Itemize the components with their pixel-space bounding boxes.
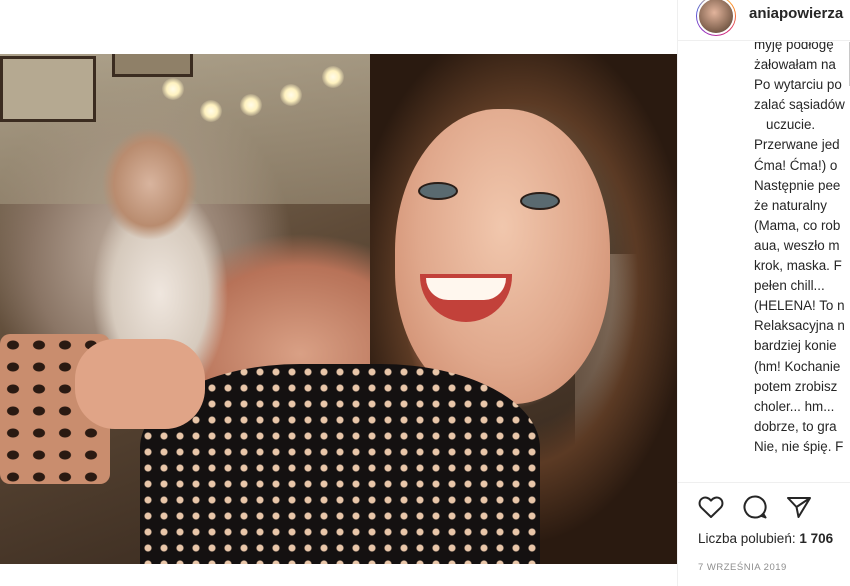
post-header: aniapowierza (678, 0, 850, 41)
photo-eye (520, 192, 560, 210)
comment-icon[interactable] (742, 494, 768, 520)
caption-line: Po wytarciu po (754, 77, 842, 93)
caption-line: uczucie. (766, 117, 816, 133)
likes-count[interactable]: Liczba polubień: 1 706 (698, 531, 833, 546)
share-icon[interactable] (786, 495, 812, 519)
photo-face (395, 109, 610, 404)
photo-string-light (322, 66, 344, 88)
caption-line: dobrze, to gra (754, 418, 837, 434)
photo-wall-frame (112, 54, 193, 77)
post-date[interactable]: 7 WRZEŚNIA 2019 (698, 562, 787, 573)
caption-line: Przerwane jed (754, 137, 840, 153)
caption-line: potem zrobisz (754, 378, 838, 394)
caption-line: myję podłogę (754, 42, 834, 52)
caption-line: aua, weszło m (754, 237, 840, 253)
caption-line: Następnie pee (754, 177, 841, 193)
caption-line: Nie, nie śpię. F (754, 438, 844, 454)
caption-line: krok, maska. F (754, 258, 842, 274)
heart-icon[interactable] (698, 495, 724, 519)
caption-line: Ćma! Ćma!) o (754, 157, 838, 173)
likes-label: Liczba polubień: (698, 531, 796, 546)
caption-line: żałowałam na (754, 57, 836, 73)
actions-divider (678, 482, 850, 483)
caption-line: (hm! Kochanie (754, 358, 841, 374)
post-side-panel: aniapowierza myję podłogę żałowałam na P… (677, 0, 850, 586)
post-caption: myję podłogę żałowałam na Po wytarciu po… (754, 42, 850, 482)
post-photo[interactable] (0, 54, 677, 564)
caption-line: że naturalny (754, 197, 827, 213)
caption-line: Relaksacyjna n (754, 318, 845, 334)
photo-string-light (280, 84, 302, 106)
photo-string-light (162, 78, 184, 100)
caption-line: bardziej konie (754, 338, 837, 354)
photo-eye (418, 182, 458, 200)
username[interactable]: aniapowierza (749, 5, 843, 22)
caption-line: (HELENA! To n (754, 298, 845, 314)
photo-hand (75, 339, 205, 429)
likes-number: 1 706 (799, 531, 834, 546)
caption-line: (Mama, co rob (754, 217, 841, 233)
caption-line: zalać sąsiadów (754, 97, 845, 113)
caption-line: choler... hm... (754, 398, 835, 414)
caption-line: pełen chill... (754, 278, 825, 294)
post-actions (698, 494, 812, 520)
avatar[interactable] (696, 0, 736, 36)
photo-string-light (240, 94, 262, 116)
